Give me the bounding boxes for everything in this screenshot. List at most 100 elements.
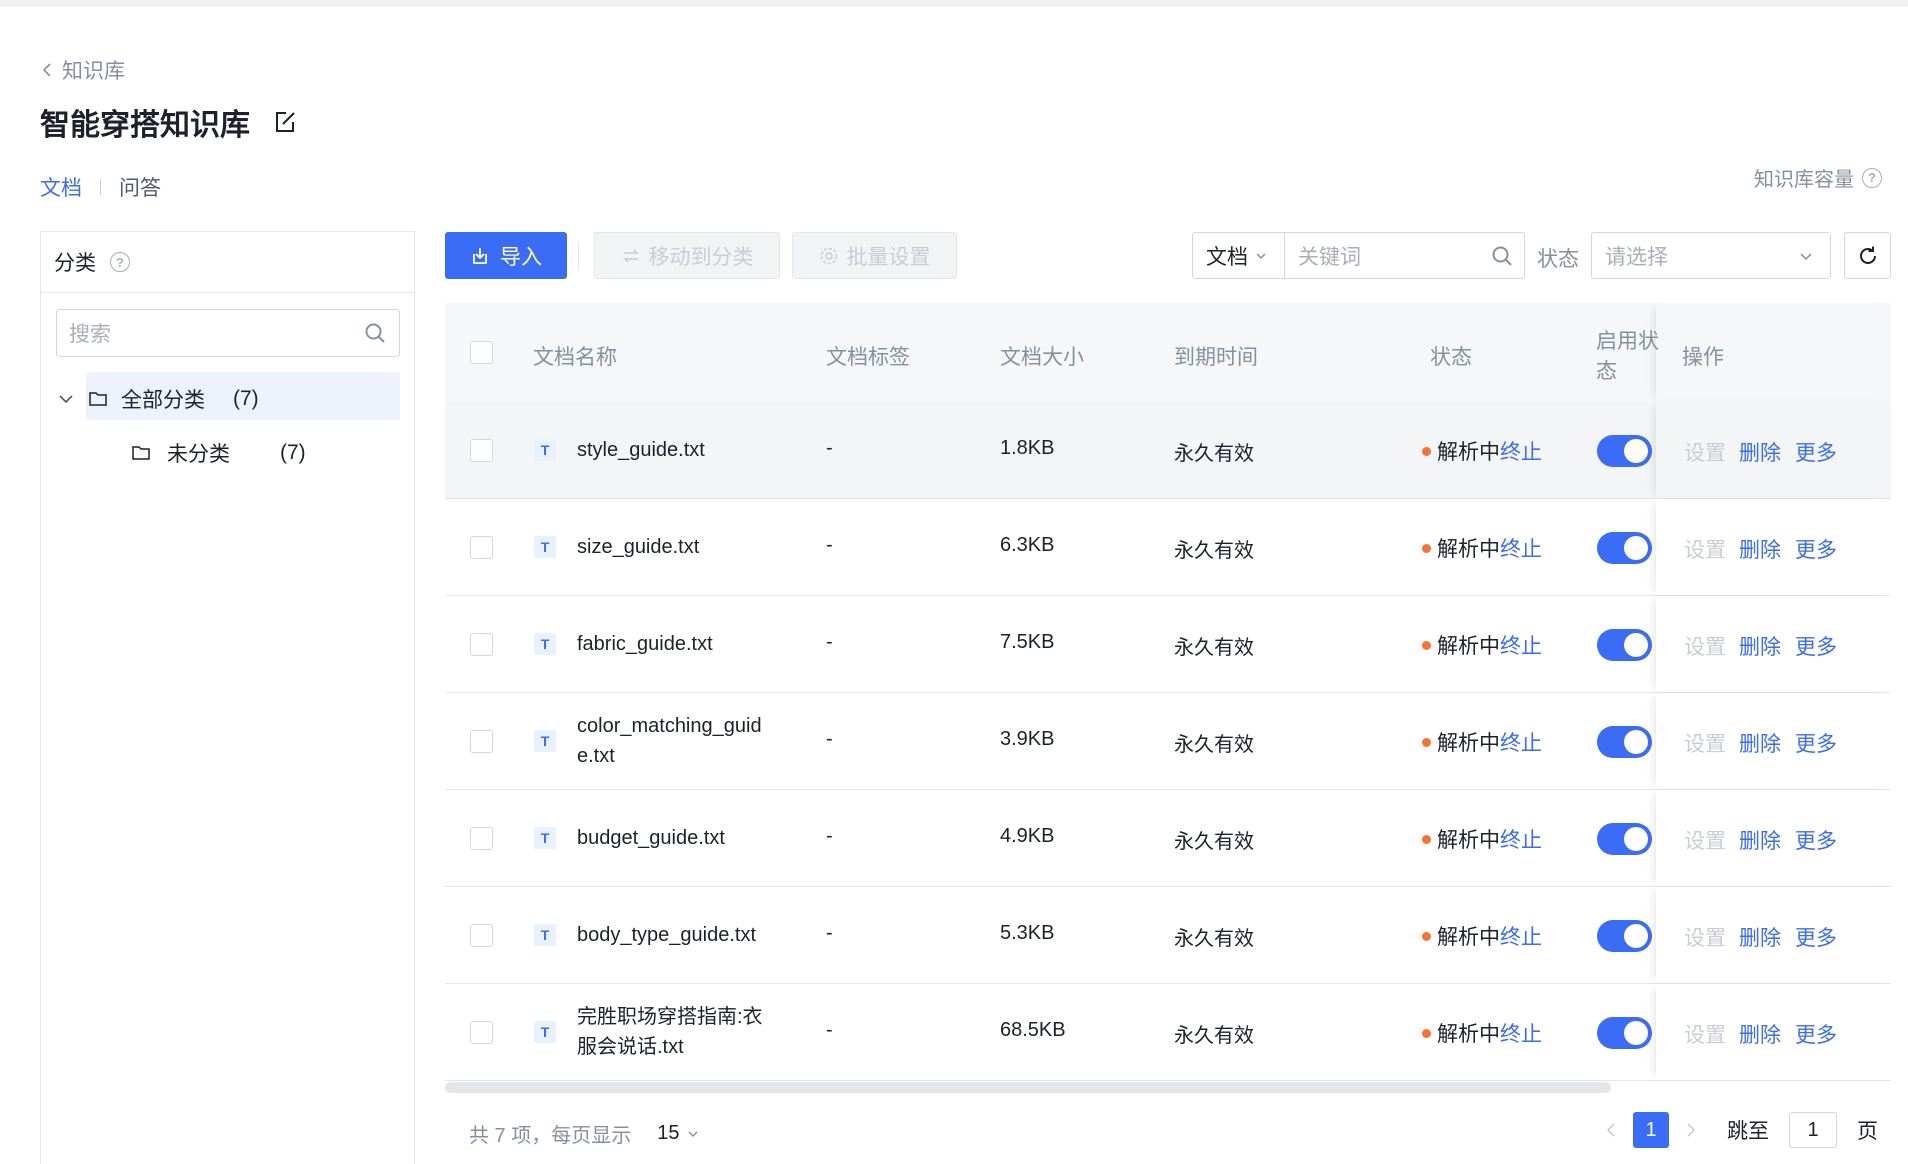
- capacity-label: 知识库容量: [1754, 169, 1854, 191]
- stop-link[interactable]: 终止: [1500, 436, 1542, 466]
- doc-name[interactable]: color_matching_guide.txt: [577, 711, 777, 771]
- enable-toggle[interactable]: [1597, 629, 1652, 661]
- table-row[interactable]: T 完胜职场穿搭指南:衣服会说话.txt - 68.5KB 永久有效 解析中 终止…: [445, 984, 1891, 1081]
- help-icon[interactable]: ?: [1862, 167, 1882, 188]
- settings-action[interactable]: 设置: [1684, 1019, 1726, 1049]
- doc-name[interactable]: body_type_guide.txt: [577, 920, 777, 950]
- more-action[interactable]: 更多: [1795, 825, 1837, 855]
- table-row[interactable]: T fabric_guide.txt - 7.5KB 永久有效 解析中 终止 设置…: [445, 596, 1891, 693]
- more-action[interactable]: 更多: [1795, 922, 1837, 952]
- horizontal-scrollbar[interactable]: [445, 1082, 1611, 1093]
- stop-link[interactable]: 终止: [1500, 921, 1542, 951]
- table-row[interactable]: T size_guide.txt - 6.3KB 永久有效 解析中 终止 设置 删…: [445, 499, 1891, 596]
- help-icon[interactable]: ?: [110, 252, 130, 272]
- delete-action[interactable]: 删除: [1739, 922, 1781, 952]
- settings-action[interactable]: 设置: [1684, 728, 1726, 758]
- stop-link[interactable]: 终止: [1500, 533, 1542, 563]
- search-icon[interactable]: [1490, 244, 1514, 268]
- row-checkbox[interactable]: [470, 827, 493, 850]
- status-text: 解析中: [1437, 1023, 1500, 1046]
- chevron-down-icon[interactable]: [57, 390, 75, 408]
- more-action[interactable]: 更多: [1795, 1019, 1837, 1049]
- delete-action[interactable]: 删除: [1739, 728, 1781, 758]
- move-to-category-button[interactable]: 移动到分类: [594, 232, 780, 279]
- page-button-current[interactable]: 1: [1633, 1112, 1669, 1148]
- refresh-button[interactable]: [1844, 232, 1891, 279]
- settings-action[interactable]: 设置: [1684, 534, 1726, 564]
- doc-status: 解析中 终止: [1422, 921, 1542, 951]
- doc-size: 4.9KB: [1000, 825, 1055, 847]
- swap-icon: [622, 248, 639, 263]
- doc-name[interactable]: size_guide.txt: [577, 532, 777, 562]
- keyword-placeholder: 关键词: [1298, 245, 1361, 269]
- tab-documents[interactable]: 文档: [40, 172, 82, 202]
- prev-page-button[interactable]: [1601, 1121, 1621, 1139]
- tree-item-all-label: 全部分类: [121, 389, 205, 412]
- move-button-label: 移动到分类: [648, 245, 754, 269]
- doc-tags: -: [826, 825, 833, 847]
- doc-name[interactable]: budget_guide.txt: [577, 823, 777, 853]
- status-select[interactable]: 请选择: [1591, 232, 1831, 279]
- more-action[interactable]: 更多: [1795, 534, 1837, 564]
- more-action[interactable]: 更多: [1795, 728, 1837, 758]
- enable-toggle[interactable]: [1597, 823, 1652, 855]
- doc-expire: 永久有效: [1174, 443, 1254, 465]
- jump-page-input[interactable]: 1: [1789, 1112, 1837, 1148]
- stop-link[interactable]: 终止: [1500, 1018, 1542, 1048]
- next-page-button[interactable]: [1681, 1121, 1701, 1139]
- tree-item-all-count: (7): [233, 387, 259, 410]
- more-action[interactable]: 更多: [1795, 631, 1837, 661]
- doc-name[interactable]: fabric_guide.txt: [577, 629, 777, 659]
- batch-settings-button[interactable]: 批量设置: [792, 232, 957, 279]
- row-checkbox[interactable]: [470, 924, 493, 947]
- settings-action[interactable]: 设置: [1684, 922, 1726, 952]
- doc-tags: -: [826, 437, 833, 459]
- delete-action[interactable]: 删除: [1739, 825, 1781, 855]
- delete-action[interactable]: 删除: [1739, 437, 1781, 467]
- enable-toggle[interactable]: [1597, 920, 1652, 952]
- more-action[interactable]: 更多: [1795, 437, 1837, 467]
- doc-tags: -: [826, 922, 833, 944]
- table-row[interactable]: T color_matching_guide.txt - 3.9KB 永久有效 …: [445, 693, 1891, 790]
- doc-type-select[interactable]: 文档: [1192, 232, 1285, 279]
- tree-item-all[interactable]: 全部分类 (7): [57, 384, 259, 414]
- delete-action[interactable]: 删除: [1739, 631, 1781, 661]
- doc-size: 3.9KB: [1000, 728, 1055, 750]
- settings-action[interactable]: 设置: [1684, 631, 1726, 661]
- row-checkbox[interactable]: [470, 633, 493, 656]
- table-body: T style_guide.txt - 1.8KB 永久有效 解析中 终止 设置 …: [445, 402, 1891, 1081]
- stop-link[interactable]: 终止: [1500, 824, 1542, 854]
- settings-action[interactable]: 设置: [1684, 825, 1726, 855]
- delete-action[interactable]: 删除: [1739, 534, 1781, 564]
- table-row[interactable]: T style_guide.txt - 1.8KB 永久有效 解析中 终止 设置 …: [445, 402, 1891, 499]
- edit-icon[interactable]: [272, 109, 298, 135]
- row-checkbox[interactable]: [470, 439, 493, 462]
- enable-toggle[interactable]: [1597, 1017, 1652, 1049]
- page-size-select[interactable]: 15: [657, 1122, 699, 1145]
- settings-action[interactable]: 设置: [1684, 437, 1726, 467]
- enable-toggle[interactable]: [1597, 532, 1652, 564]
- enable-toggle[interactable]: [1597, 435, 1652, 467]
- select-all-checkbox[interactable]: [470, 341, 493, 364]
- tab-qa[interactable]: 问答: [119, 172, 161, 202]
- enable-toggle[interactable]: [1597, 726, 1652, 758]
- back-link[interactable]: 知识库: [40, 55, 125, 85]
- row-checkbox[interactable]: [470, 730, 493, 753]
- delete-action[interactable]: 删除: [1739, 1019, 1781, 1049]
- capacity-link[interactable]: 知识库容量 ?: [1754, 163, 1882, 192]
- category-search-input[interactable]: 搜索: [56, 309, 400, 357]
- stop-link[interactable]: 终止: [1500, 727, 1542, 757]
- chevron-down-icon: [688, 1131, 697, 1137]
- row-checkbox[interactable]: [470, 1021, 493, 1044]
- status-dot: [1422, 834, 1431, 844]
- table-row[interactable]: T body_type_guide.txt - 5.3KB 永久有效 解析中 终止…: [445, 887, 1891, 984]
- import-button[interactable]: 导入: [445, 232, 567, 279]
- doc-name[interactable]: 完胜职场穿搭指南:衣服会说话.txt: [577, 1002, 773, 1062]
- table-row[interactable]: T budget_guide.txt - 4.9KB 永久有效 解析中 终止 设置…: [445, 790, 1891, 887]
- keyword-input[interactable]: 关键词: [1284, 232, 1525, 279]
- row-checkbox[interactable]: [470, 536, 493, 559]
- doc-name[interactable]: style_guide.txt: [577, 435, 777, 465]
- stop-link[interactable]: 终止: [1500, 630, 1542, 660]
- tree-item-uncategorized[interactable]: 未分类 (7): [131, 438, 306, 468]
- text-file-icon: T: [534, 827, 556, 849]
